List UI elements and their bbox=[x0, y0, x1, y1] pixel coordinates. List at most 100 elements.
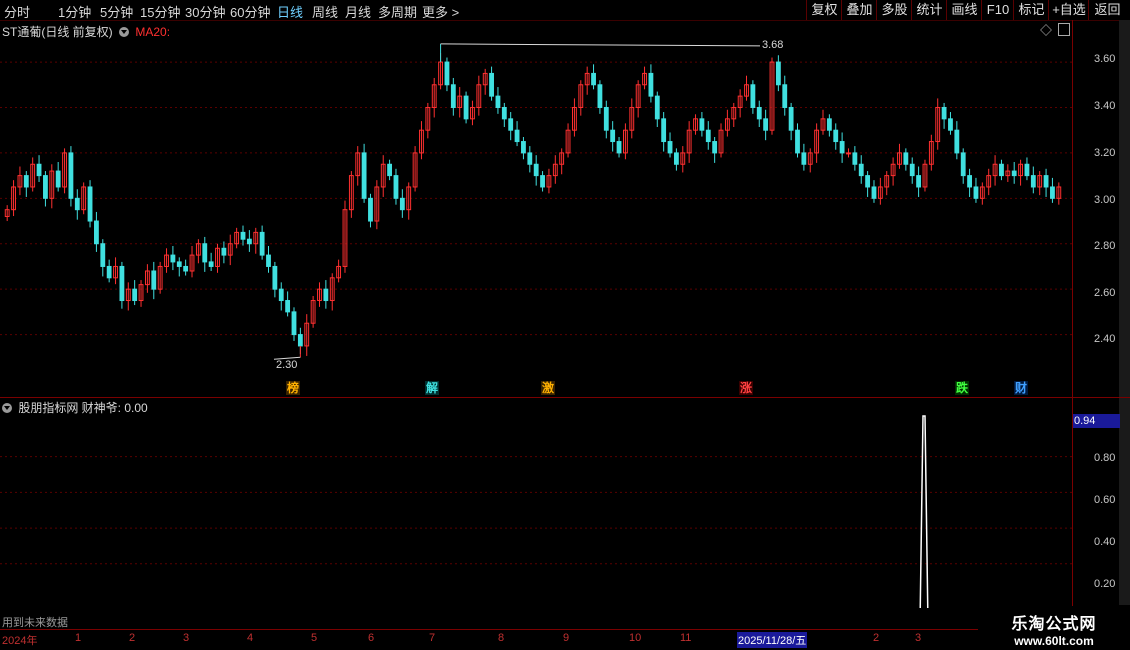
watermark-url: www.60lt.com bbox=[1014, 634, 1094, 648]
candle-body bbox=[387, 163, 393, 177]
candle-body bbox=[667, 141, 673, 154]
watermark-title: 乐淘公式网 bbox=[1011, 616, 1097, 633]
candle-body bbox=[489, 72, 494, 97]
indicator-current-value: 0.94 bbox=[1073, 414, 1120, 428]
date-label: 7 bbox=[429, 632, 436, 644]
indicator-y-label: 0.80 bbox=[1094, 452, 1116, 464]
candle-body bbox=[712, 141, 718, 154]
candle-body bbox=[967, 175, 972, 188]
event-tag[interactable]: 解 bbox=[425, 381, 440, 395]
candle-body bbox=[948, 118, 953, 131]
watermark-logo: 乐淘公式网 www.60lt.com bbox=[978, 606, 1130, 650]
period-tab-15min[interactable]: 15分钟 bbox=[140, 2, 180, 21]
candle-body bbox=[540, 175, 545, 188]
candle-body bbox=[183, 265, 189, 272]
candle-body bbox=[801, 152, 807, 165]
candle-body bbox=[297, 334, 303, 347]
y-label: 3.20 bbox=[1094, 147, 1116, 159]
candle-body bbox=[501, 106, 507, 120]
event-tag[interactable]: 财 bbox=[1014, 381, 1029, 395]
period-tab-daily[interactable]: 日线 bbox=[277, 2, 303, 21]
candle-body bbox=[68, 152, 74, 199]
candle-body bbox=[909, 163, 915, 177]
date-label: 10 bbox=[629, 632, 642, 644]
candle-body bbox=[170, 254, 176, 263]
date-label: 4 bbox=[247, 632, 254, 644]
candle-body bbox=[361, 152, 367, 199]
side-scrollbar[interactable] bbox=[1119, 20, 1130, 400]
candle-body bbox=[495, 95, 501, 108]
period-tab-minute[interactable]: 分时 bbox=[4, 2, 30, 21]
candle-body bbox=[795, 129, 800, 154]
candle-body bbox=[1050, 186, 1055, 199]
date-label: 6 bbox=[368, 632, 375, 644]
f10-button[interactable]: F10 bbox=[981, 0, 1014, 20]
candle-body bbox=[826, 118, 832, 131]
candle-body bbox=[259, 231, 265, 256]
candle-body bbox=[1024, 163, 1030, 177]
candle-body bbox=[705, 129, 711, 143]
overlay-button[interactable]: 叠加 bbox=[841, 0, 877, 20]
back-button[interactable]: 返回 bbox=[1088, 0, 1126, 20]
period-tab-monthly[interactable]: 月线 bbox=[345, 2, 371, 21]
event-tag[interactable]: 跌 bbox=[955, 381, 970, 395]
candle-body bbox=[871, 186, 877, 199]
candle-body bbox=[291, 311, 297, 336]
period-tab-60min[interactable]: 60分钟 bbox=[230, 2, 270, 21]
candle-body bbox=[973, 186, 979, 199]
date-axis-line bbox=[0, 629, 978, 630]
candle-body bbox=[960, 152, 966, 177]
event-tag[interactable]: 涨 bbox=[739, 381, 754, 395]
candle-body bbox=[399, 197, 405, 211]
high-price-label: 3.68 bbox=[762, 39, 784, 51]
event-tag[interactable]: 榜 bbox=[286, 381, 301, 395]
indicator-line bbox=[919, 415, 929, 608]
mark-button[interactable]: 标记 bbox=[1013, 0, 1049, 20]
candle-body bbox=[151, 270, 157, 290]
draw-line-button[interactable]: 画线 bbox=[946, 0, 982, 20]
candle-body bbox=[1043, 175, 1049, 188]
y-label: 3.40 bbox=[1094, 100, 1116, 112]
multi-stock-button[interactable]: 多股 bbox=[876, 0, 912, 20]
candle-body bbox=[591, 72, 596, 86]
candle-body bbox=[272, 265, 278, 290]
period-tab-more[interactable]: 更多 > bbox=[422, 2, 459, 21]
side-scrollbar-lower[interactable] bbox=[1119, 400, 1130, 605]
statistics-button[interactable]: 统计 bbox=[911, 0, 947, 20]
candle-body bbox=[521, 141, 526, 154]
candle-body bbox=[285, 300, 291, 313]
period-tab-1min[interactable]: 1分钟 bbox=[58, 2, 91, 21]
add-watchlist-button[interactable]: +自选 bbox=[1048, 0, 1089, 20]
candle-body bbox=[903, 152, 909, 165]
period-tab-multi[interactable]: 多周期 bbox=[378, 2, 417, 21]
date-label: 1 bbox=[75, 632, 82, 644]
candle-body bbox=[1011, 170, 1017, 177]
period-tab-weekly[interactable]: 周线 bbox=[312, 2, 338, 21]
candle-body bbox=[119, 265, 125, 302]
date-label: 8 bbox=[498, 632, 505, 644]
candle-body bbox=[846, 152, 851, 155]
candle-body bbox=[533, 163, 539, 177]
event-tag[interactable]: 激 bbox=[541, 381, 556, 395]
date-label: 2 bbox=[129, 632, 136, 644]
candle-body bbox=[132, 288, 138, 302]
period-tab-5min[interactable]: 5分钟 bbox=[100, 2, 133, 21]
adjust-button[interactable]: 复权 bbox=[806, 0, 842, 20]
candlestick-chart bbox=[0, 43, 1072, 360]
candle-body bbox=[444, 61, 450, 86]
candle-body bbox=[616, 141, 622, 154]
candle-body bbox=[514, 129, 520, 143]
candle-body bbox=[393, 175, 399, 199]
candle-body bbox=[43, 175, 48, 199]
candle-body bbox=[1030, 175, 1036, 188]
indicator-y-label: 0.60 bbox=[1094, 494, 1116, 506]
date-label: 11 bbox=[680, 632, 692, 644]
candle-body bbox=[839, 141, 845, 154]
period-tab-30min[interactable]: 30分钟 bbox=[185, 2, 225, 21]
candle-body bbox=[106, 265, 112, 279]
candle-body bbox=[100, 243, 106, 267]
date-label: 9 bbox=[563, 632, 570, 644]
candle-body bbox=[858, 163, 864, 177]
candle-body bbox=[94, 220, 99, 245]
candle-body bbox=[221, 247, 227, 256]
